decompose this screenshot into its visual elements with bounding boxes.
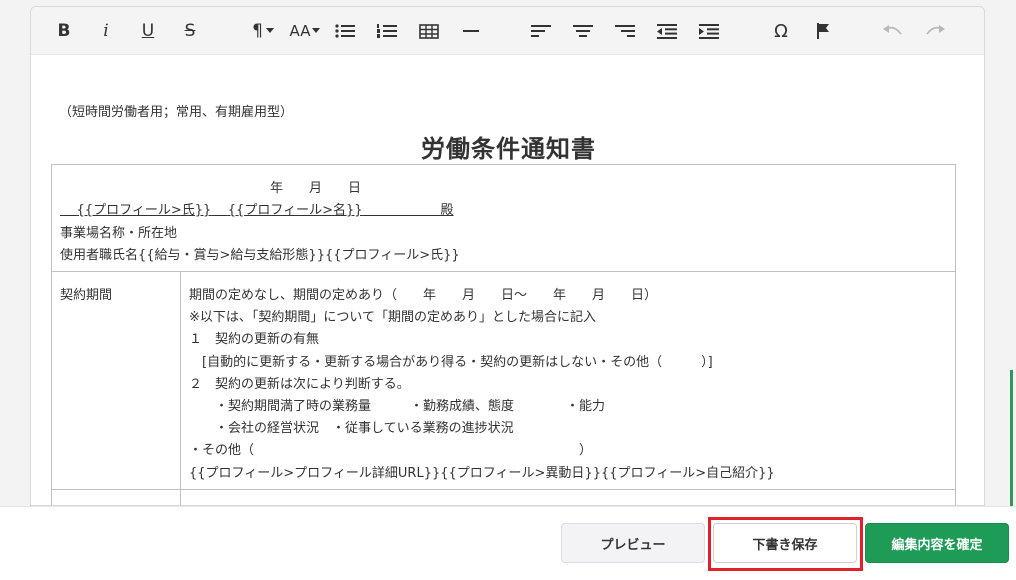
horizontal-rule-icon: [463, 30, 479, 32]
strikethrough-icon: S: [184, 21, 196, 41]
workplace-line: 事業場名称・所在地: [60, 226, 178, 241]
contract-line: ・契約期間満了時の業務量 ・勤務成績、態度 ・能力: [189, 399, 606, 414]
contract-line: ２ 契約の更新は次により判断する。: [189, 377, 410, 392]
document-body[interactable]: （短時間労働者用；常用、有期雇用型） 労働条件通知書 年 月 日 {{プロフィー…: [31, 55, 984, 505]
recipient-name-line: {{プロフィール>氏}} {{プロフィール>名}} 殿: [60, 199, 454, 218]
contract-line: ・その他（ ）: [189, 443, 593, 458]
italic-button[interactable]: i: [95, 16, 117, 46]
special-character-button[interactable]: Ω: [769, 16, 793, 46]
indent-icon: [699, 23, 719, 39]
font-size-icon: AA: [289, 22, 311, 40]
undo-icon: [883, 25, 902, 35]
bullet-list-icon: [335, 24, 355, 38]
confirm-edit-button[interactable]: 編集内容を確定: [865, 523, 1009, 563]
align-right-button[interactable]: [613, 16, 637, 46]
recipient-family-name: {{プロフィール>氏}}: [76, 203, 212, 218]
contract-line: ・会社の経営状況 ・従事している業務の進捗状況: [189, 421, 514, 436]
bold-button[interactable]: B: [53, 16, 75, 46]
contract-line: １ 契約の更新の有無: [189, 332, 320, 347]
underline-button[interactable]: U: [137, 16, 159, 46]
page: B i U S ¶ AA Ω （短時間労働者用；常用、有期雇用型） 労働条件通知…: [0, 0, 1016, 580]
paragraph-format-button[interactable]: ¶: [247, 16, 279, 46]
preview-button[interactable]: プレビュー: [561, 523, 705, 563]
document-title: 労働条件通知書: [421, 135, 596, 163]
contract-line: [自動的に更新する・更新する場合があり得る・契約の更新はしない・その他（ ）]: [189, 355, 713, 370]
employer-line: 使用者職氏名{{給与・賞与>給与支給形態}}{{プロフィール>氏}}: [60, 248, 460, 263]
align-center-button[interactable]: [571, 16, 595, 46]
contract-line: ※以下は、「契約期間」について「期間の定めあり」とした場合に記入: [189, 310, 597, 325]
horizontal-rule-button[interactable]: [459, 16, 483, 46]
undo-button[interactable]: [881, 16, 905, 46]
editor-toolbar: B i U S ¶ AA Ω: [31, 7, 984, 55]
anchor-flag-button[interactable]: [811, 16, 835, 46]
align-right-icon: [615, 25, 635, 37]
align-left-icon: [531, 25, 551, 37]
chevron-down-icon: [312, 28, 321, 33]
redo-icon: [926, 25, 945, 35]
outdent-button[interactable]: [655, 16, 679, 46]
date-line: 年 月 日: [270, 181, 362, 196]
numbered-list-icon: [377, 24, 397, 38]
recipient-given-name: {{プロフィール>名}}: [227, 203, 363, 218]
align-left-button[interactable]: [529, 16, 553, 46]
header-row: 年 月 日 {{プロフィール>氏}} {{プロフィール>名}} 殿 事業場名称・…: [52, 165, 955, 272]
outdent-icon: [657, 23, 677, 39]
font-size-button[interactable]: AA: [287, 16, 323, 46]
table-icon: [419, 23, 439, 39]
contract-line: 期間の定めなし、期間の定めあり（ 年 月 日～ 年 月 日）: [189, 288, 658, 303]
paragraph-icon: ¶: [252, 21, 263, 41]
numbered-list-button[interactable]: [375, 16, 399, 46]
italic-icon: i: [103, 21, 109, 41]
redo-button[interactable]: [923, 16, 947, 46]
chevron-down-icon: [265, 28, 274, 33]
side-indicator: [1010, 370, 1013, 520]
conditions-table: 年 月 日 {{プロフィール>氏}} {{プロフィール>名}} 殿 事業場名称・…: [51, 164, 956, 505]
bullet-list-button[interactable]: [333, 16, 357, 46]
indent-button[interactable]: [697, 16, 721, 46]
contract-label: 契約期間: [60, 288, 113, 303]
omega-icon: Ω: [774, 20, 788, 42]
save-draft-button[interactable]: 下書き保存: [713, 523, 857, 563]
honorific: 殿: [440, 203, 454, 218]
table-button[interactable]: [417, 16, 441, 46]
contract-line: {{プロフィール>プロフィール詳細URL}}{{プロフィール>異動日}}{{プロ…: [189, 466, 775, 481]
flag-icon: [817, 23, 829, 39]
document-note: （短時間労働者用；常用、有期雇用型）: [59, 105, 294, 120]
contract-row: 契約期間 期間の定めなし、期間の定めあり（ 年 月 日～ 年 月 日） ※以下は…: [52, 272, 955, 490]
action-bar: プレビュー 下書き保存 編集内容を確定: [0, 506, 1016, 580]
align-center-icon: [573, 25, 593, 37]
rich-text-editor: B i U S ¶ AA Ω （短時間労働者用；常用、有期雇用型） 労働条件通知…: [30, 6, 985, 506]
strikethrough-button[interactable]: S: [179, 16, 201, 46]
bold-icon: B: [57, 21, 71, 41]
underline-icon: U: [141, 21, 155, 41]
